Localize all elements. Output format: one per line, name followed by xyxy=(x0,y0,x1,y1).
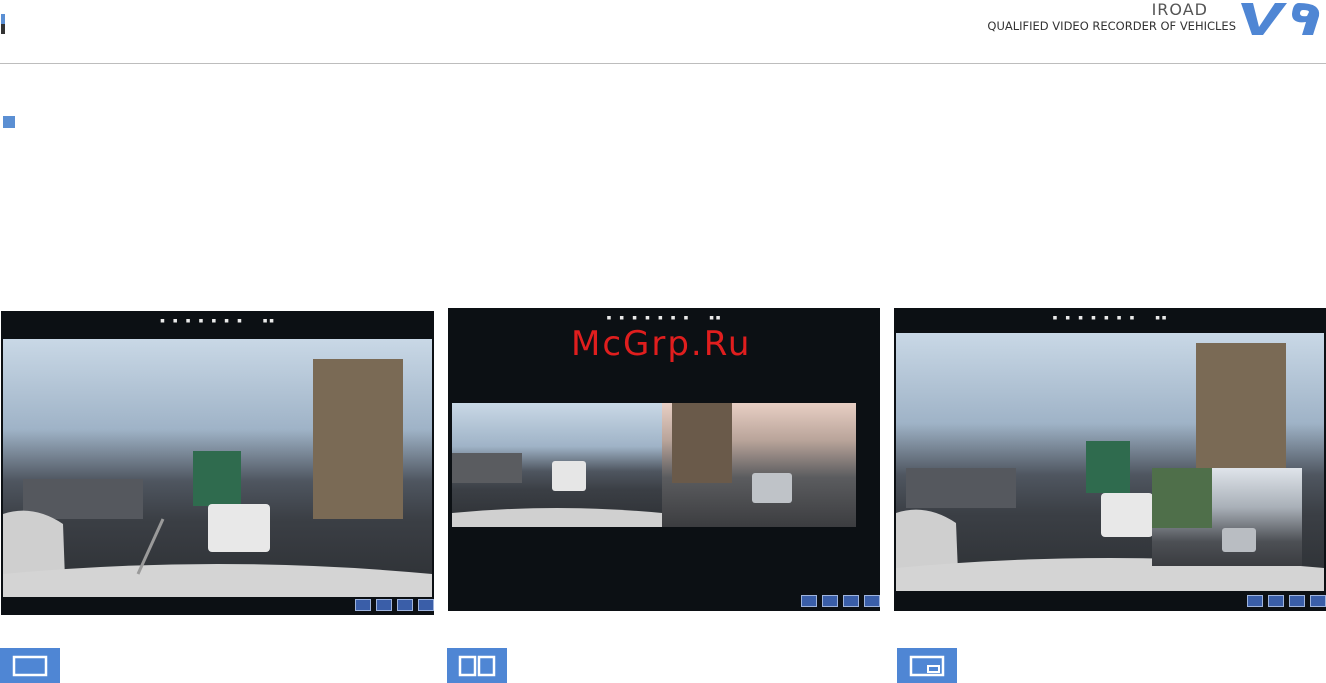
pip-rear-camera-frame xyxy=(1152,468,1302,566)
dashcam-screen-split: ▪ ▪ ▪ ▪ ▪ ▪ ▪ ▪▪ McGrp.Ru xyxy=(448,308,880,611)
v9-logo xyxy=(1241,3,1320,35)
pip-screen-button[interactable] xyxy=(897,648,957,683)
header-divider xyxy=(0,63,1326,64)
playback-controls xyxy=(801,595,880,607)
dashcam-screen-pip: ▪ ▪ ▪ ▪ ▪ ▪ ▪ ▪▪ xyxy=(894,308,1326,611)
front-camera-frame xyxy=(3,339,432,597)
section-bullet xyxy=(3,116,15,128)
front-camera-frame xyxy=(452,403,662,527)
single-screen-icon xyxy=(12,655,48,677)
playback-controls xyxy=(355,599,434,611)
pip-screen-icon xyxy=(909,655,945,677)
osd-status-bar: ▪ ▪ ▪ ▪ ▪ ▪ ▪ ▪▪ xyxy=(1052,313,1168,323)
brand-name: IROAD xyxy=(1151,0,1208,19)
split-screen-icon xyxy=(458,655,496,677)
split-screen-button[interactable] xyxy=(447,648,507,683)
watermark-text: McGrp.Ru xyxy=(571,324,752,364)
header-accent-bar xyxy=(1,14,5,34)
playback-controls xyxy=(1247,595,1326,607)
osd-status-bar: ▪ ▪ ▪ ▪ ▪ ▪ ▪ ▪▪ xyxy=(159,316,276,326)
brand-tagline: QUALIFIED VIDEO RECORDER OF VEHICLES xyxy=(987,19,1236,33)
osd-status-bar: ▪ ▪ ▪ ▪ ▪ ▪ ▪ ▪▪ xyxy=(606,313,722,323)
rear-camera-frame xyxy=(662,403,856,527)
single-screen-button[interactable] xyxy=(0,648,60,683)
dashcam-screen-single: ▪ ▪ ▪ ▪ ▪ ▪ ▪ ▪▪ xyxy=(1,311,434,615)
brand-block: IROAD QUALIFIED VIDEO RECORDER OF VEHICL… xyxy=(966,0,1326,40)
